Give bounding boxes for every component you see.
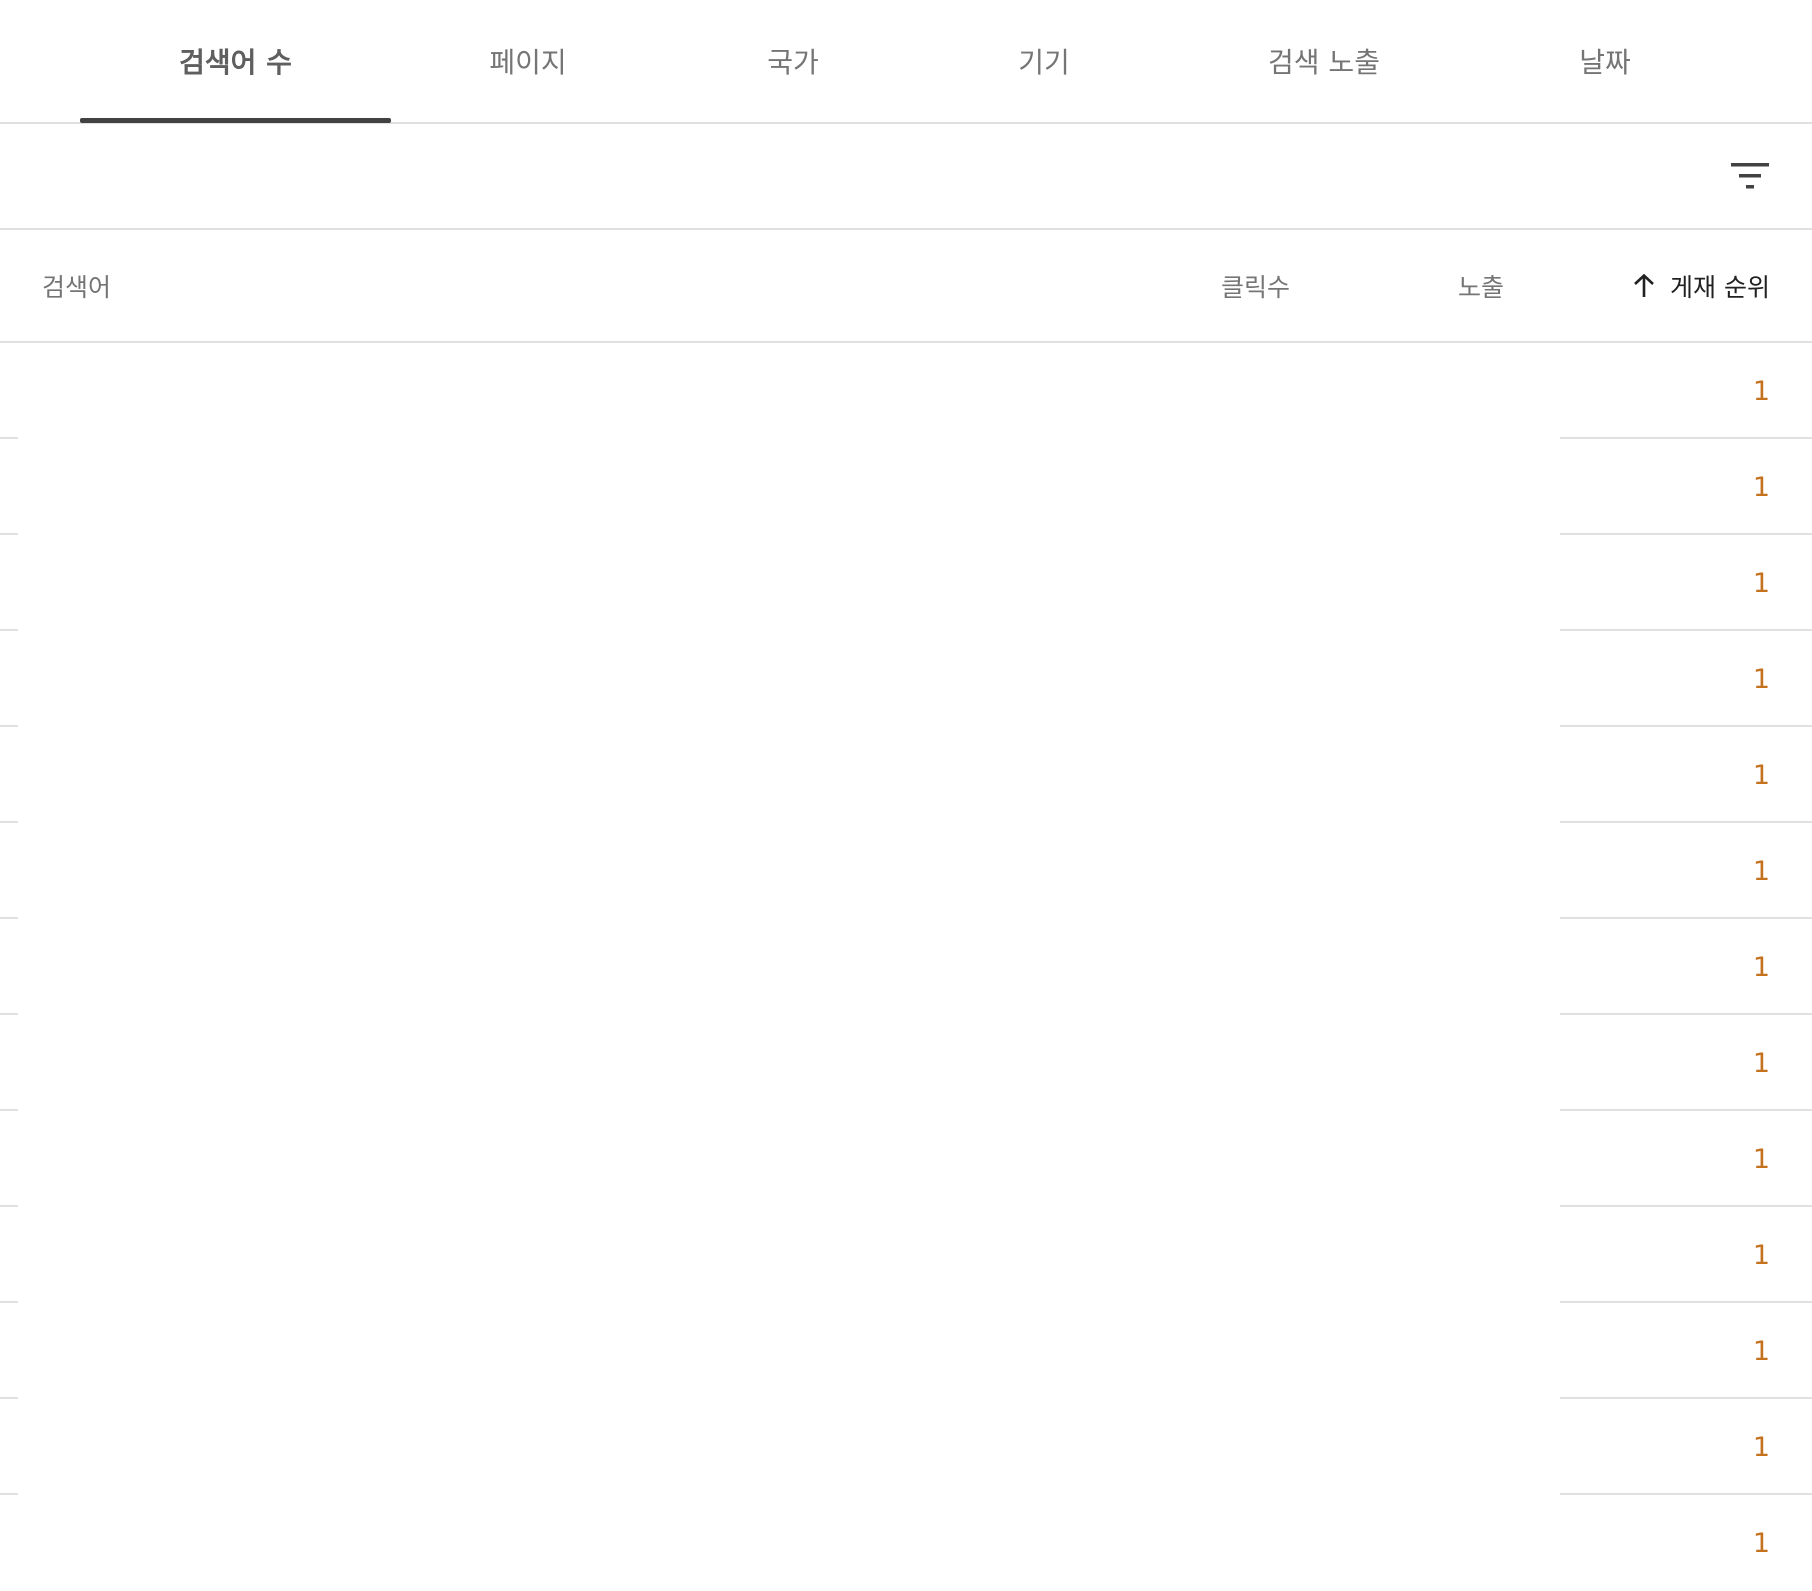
position-cell: 1 (1752, 1527, 1770, 1559)
position-cell: 1 (1752, 759, 1770, 791)
tab-countries[interactable]: 국가 (693, 0, 893, 122)
table-row[interactable]: 1 (0, 1207, 1812, 1303)
column-header-label: 검색어 (42, 272, 112, 302)
tab-label: 페이지 (489, 46, 567, 79)
table-toolbar (0, 124, 1812, 230)
column-header-label: 게재 순위 (1670, 272, 1770, 302)
column-header-label: 노출 (1457, 272, 1504, 302)
position-cell: 1 (1752, 1431, 1770, 1463)
tab-label: 검색어 수 (179, 46, 292, 79)
position-cell: 1 (1752, 1143, 1770, 1175)
position-cell: 1 (1752, 1047, 1770, 1079)
table-row[interactable]: 1 (0, 439, 1812, 535)
column-header-query[interactable]: 검색어 (42, 230, 111, 341)
table-row[interactable]: 1 (0, 1111, 1812, 1207)
table-row[interactable]: 1 (0, 919, 1812, 1015)
table-row[interactable]: 1 (0, 1303, 1812, 1399)
column-header-position[interactable]: 게재 순위 (1632, 230, 1770, 341)
position-cell: 1 (1752, 375, 1770, 407)
table-row[interactable]: 1 (0, 631, 1812, 727)
filter-button[interactable] (1726, 152, 1774, 200)
table-row[interactable]: 1 (0, 727, 1812, 823)
arrow-up-icon (1634, 273, 1654, 297)
column-header-clicks[interactable]: 클릭수 (1221, 230, 1290, 341)
tab-label: 국가 (767, 46, 819, 79)
tab-queries[interactable]: 검색어 수 (80, 0, 391, 122)
table-row[interactable]: 1 (0, 535, 1812, 631)
tab-pages[interactable]: 페이지 (430, 0, 626, 122)
position-cell: 1 (1752, 567, 1770, 599)
table-row[interactable]: 1 (0, 1399, 1812, 1495)
tab-label: 검색 노출 (1268, 46, 1380, 79)
column-header-impressions[interactable]: 노출 (1458, 230, 1504, 341)
table-row[interactable]: 1 (0, 1495, 1812, 1591)
table-body: 1 1 1 1 1 1 1 1 1 1 1 1 1 (0, 343, 1812, 1591)
position-cell: 1 (1752, 951, 1770, 983)
tab-dates[interactable]: 날짜 (1505, 0, 1705, 122)
table-row[interactable]: 1 (0, 823, 1812, 919)
position-cell: 1 (1752, 663, 1770, 695)
tab-label: 기기 (1018, 46, 1070, 79)
position-cell: 1 (1752, 471, 1770, 503)
table-row[interactable]: 1 (0, 343, 1812, 439)
table-row[interactable]: 1 (0, 1015, 1812, 1111)
tab-devices[interactable]: 기기 (944, 0, 1144, 122)
position-cell: 1 (1752, 1335, 1770, 1367)
table-header: 검색어 클릭수 노출 게재 순위 (0, 230, 1812, 343)
tab-bar: 검색어 수 페이지 국가 기기 검색 노출 날짜 (0, 0, 1812, 124)
active-tab-indicator (80, 118, 391, 123)
tab-search-appearance[interactable]: 검색 노출 (1184, 0, 1464, 122)
column-header-label: 클릭수 (1220, 272, 1290, 302)
filter-icon (1731, 163, 1769, 189)
position-cell: 1 (1752, 1239, 1770, 1271)
position-cell: 1 (1752, 855, 1770, 887)
tab-label: 날짜 (1579, 46, 1631, 79)
